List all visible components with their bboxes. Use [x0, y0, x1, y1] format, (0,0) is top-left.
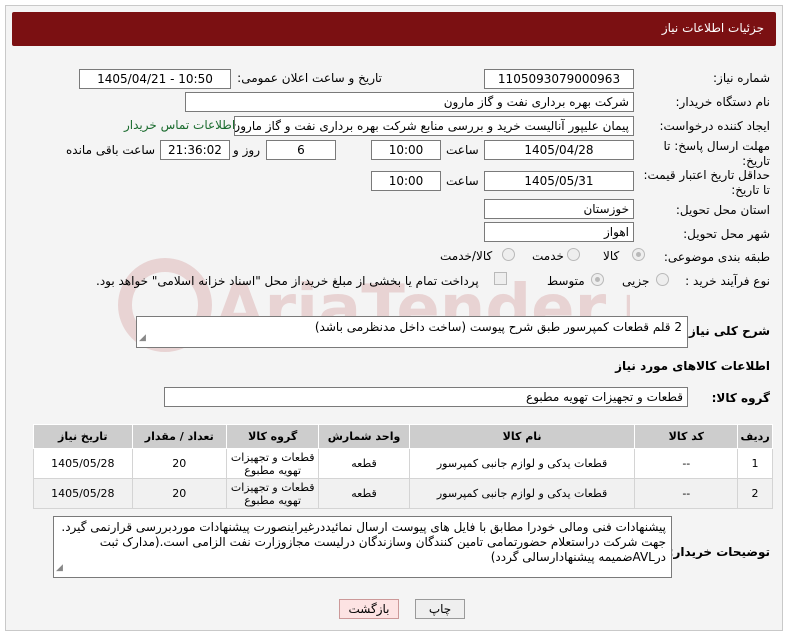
need-number-field: 1105093079000963 [484, 69, 634, 89]
cell-unit: قطعه [318, 478, 410, 509]
description-text: 2 قلم قطعات کمپرسور طبق شرح پیوست (ساخت … [314, 320, 682, 334]
col-group: گروه کالا [225, 424, 320, 449]
cell-group: قطعات و تجهیزات تهویه مطبوع [225, 448, 320, 479]
table-row: 1 -- قطعات یدکی و لوازم جانبی کمپرسور قط… [33, 448, 773, 479]
col-quantity: تعداد / مقدار [131, 424, 228, 449]
col-unit: واحد شمارش [318, 424, 410, 449]
process-medium-label: متوسط [547, 274, 585, 288]
back-button[interactable]: بازگشت [339, 599, 399, 619]
cell-name: قطعات یدکی و لوازم جانبی کمپرسور [408, 478, 636, 509]
category-service-label: خدمت [532, 249, 564, 263]
cell-row: 1 [737, 448, 773, 479]
province-label: استان محل تحویل: [675, 203, 770, 217]
buyer-notes-label: توضیحات خریدار: [668, 545, 770, 559]
deadline-date-field: 1405/04/28 [484, 140, 634, 160]
category-goods-service-label: کالا/خدمت [440, 249, 493, 263]
page-header: جزئیات اطلاعات نیاز [12, 12, 776, 46]
cell-need-date: 1405/05/28 [33, 448, 133, 479]
cell-quantity: 20 [131, 448, 228, 479]
process-minor-label: جزیی [622, 274, 650, 288]
cell-row: 2 [737, 478, 773, 509]
buyer-notes-textarea[interactable]: پیشنهادات فنی ومالی خودرا مطابق با فایل … [53, 516, 672, 578]
price-validity-label-line2: تا تاریخ: [731, 183, 770, 197]
days-label: روز و [233, 143, 260, 157]
print-button[interactable]: چاپ [415, 599, 465, 619]
col-need-date: تاریخ نیاز [33, 424, 133, 449]
resize-grip-icon[interactable]: ◢ [139, 331, 146, 346]
goods-table-header: ردیف کد کالا نام کالا واحد شمارش گروه کا… [33, 424, 773, 449]
description-textarea[interactable]: 2 قلم قطعات کمپرسور طبق شرح پیوست (ساخت … [136, 316, 688, 348]
goods-group-field: قطعات و تجهیزات تهویه مطبوع [164, 387, 688, 407]
province-field: خوزستان [484, 199, 634, 219]
process-label: نوع فرآیند خرید : [685, 274, 770, 288]
category-goods-label: کالا [603, 249, 620, 263]
col-row: ردیف [737, 424, 773, 449]
price-validity-time-label: ساعت [446, 174, 479, 188]
price-validity-time-field: 10:00 [371, 171, 441, 191]
price-validity-date-field: 1405/05/31 [484, 171, 634, 191]
city-field: اهواز [484, 222, 634, 242]
table-row: 2 -- قطعات یدکی و لوازم جانبی کمپرسور قط… [33, 478, 773, 509]
description-label: شرح کلی نیاز: [684, 324, 770, 338]
category-goods-service-radio[interactable] [502, 248, 515, 261]
process-medium-radio[interactable] [591, 273, 604, 286]
buyer-notes-text: پیشنهادات فنی ومالی خودرا مطابق با فایل … [61, 520, 666, 564]
cell-code: -- [634, 448, 739, 479]
time-remaining-label: ساعت باقی مانده [66, 143, 156, 157]
days-remaining-field: 6 [266, 140, 336, 160]
need-number-label: شماره نیاز: [713, 71, 770, 85]
category-service-radio[interactable] [567, 248, 580, 261]
col-name: نام کالا [408, 424, 636, 449]
deadline-time-field: 10:00 [371, 140, 441, 160]
deadline-label-line1: مهلت ارسال پاسخ: تا [663, 139, 770, 153]
goods-section-title: اطلاعات کالاهای مورد نیاز [615, 359, 770, 373]
category-label: طبقه بندی موضوعی: [663, 250, 770, 264]
cell-need-date: 1405/05/28 [33, 478, 133, 509]
requester-label: ایجاد کننده درخواست: [659, 119, 770, 133]
cell-unit: قطعه [318, 448, 410, 479]
treasury-payment-checkbox[interactable] [494, 272, 507, 285]
cell-name: قطعات یدکی و لوازم جانبی کمپرسور [408, 448, 636, 479]
goods-table: ردیف کد کالا نام کالا واحد شمارش گروه کا… [33, 424, 773, 509]
cell-code: -- [634, 478, 739, 509]
price-validity-label-line1: حداقل تاریخ اعتبار قیمت: [643, 168, 770, 182]
cell-group: قطعات و تجهیزات تهویه مطبوع [225, 478, 320, 509]
category-goods-radio[interactable] [632, 248, 645, 261]
page-title: جزئیات اطلاعات نیاز [661, 21, 764, 35]
announce-label: تاریخ و ساعت اعلان عمومی: [237, 71, 382, 85]
process-minor-radio[interactable] [656, 273, 669, 286]
buyer-org-field: شرکت بهره برداری نفت و گاز مارون [185, 92, 634, 112]
buyer-org-label: نام دستگاه خریدار: [675, 95, 771, 109]
treasury-payment-note: پرداخت تمام یا بخشی از مبلغ خرید،از محل … [96, 274, 479, 288]
time-remaining-field: 21:36:02 [160, 140, 230, 160]
buyer-contact-link[interactable]: اطلاعات تماس خریدار [124, 118, 235, 132]
city-label: شهر محل تحویل: [683, 227, 770, 241]
goods-group-label: گروه کالا: [711, 391, 770, 405]
announce-field: 1405/04/21 - 10:50 [79, 69, 231, 89]
deadline-label-line2: تاریخ: [742, 154, 770, 168]
deadline-time-label: ساعت [446, 143, 479, 157]
col-code: کد کالا [634, 424, 739, 449]
requester-field: پیمان علیپور آنالیست خرید و بررسی منابع … [234, 116, 634, 136]
cell-quantity: 20 [131, 478, 228, 509]
resize-grip-icon[interactable]: ◢ [56, 561, 63, 576]
